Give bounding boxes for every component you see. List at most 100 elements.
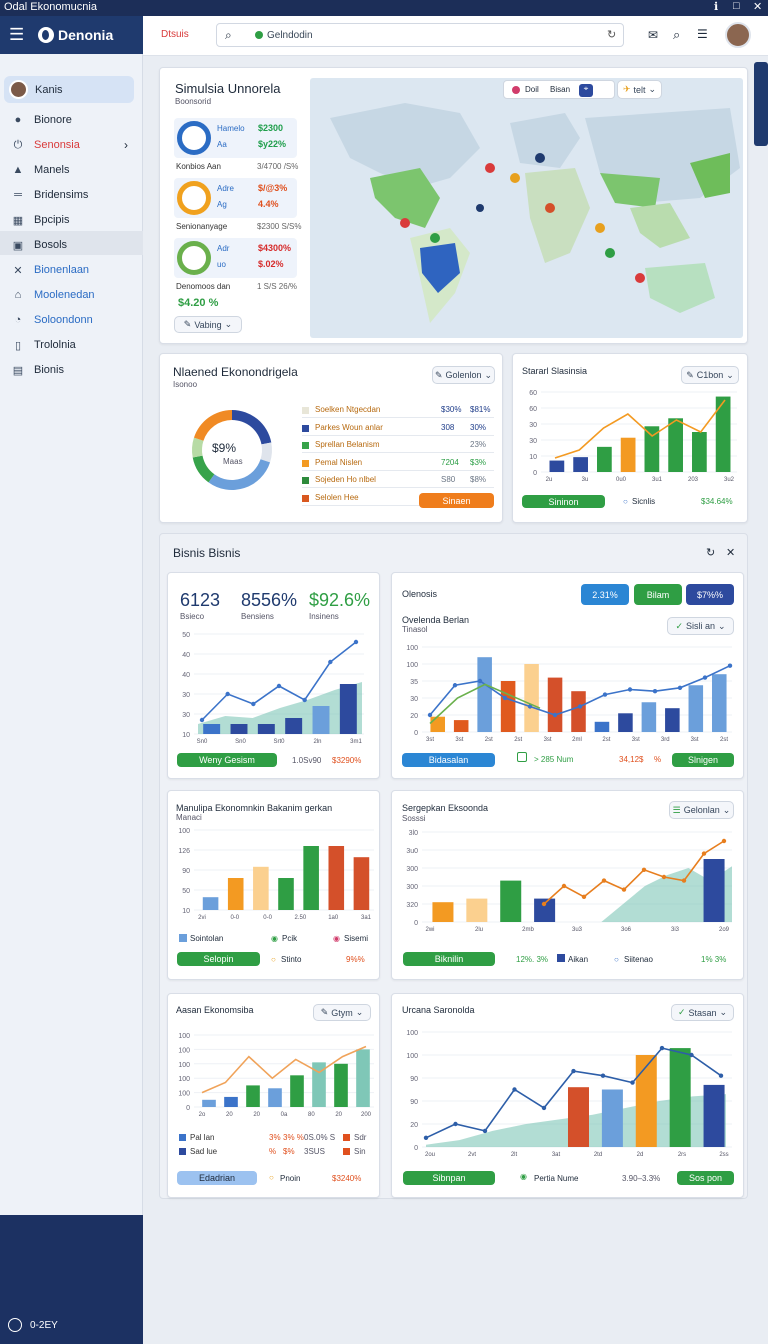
message-icon[interactable]: ✉ [648, 28, 658, 42]
legend-dot-icon: ○ [271, 955, 276, 964]
sim-row[interactable]: Adr $4300% uo $.02% [174, 238, 297, 278]
search-header-icon[interactable]: ⌕ [673, 27, 680, 43]
refresh-icon[interactable]: ↻ [607, 28, 616, 41]
close-icon[interactable]: ✕ [753, 0, 762, 13]
alloc-dropdown[interactable]: ✎ Golenlon ⌄ [432, 366, 495, 384]
overview-subtitle-2: Tinasol [402, 625, 428, 634]
overview-button-1[interactable]: Bidasalan [402, 753, 495, 767]
sidebar-item-8[interactable]: ◔ Soloondonn [0, 308, 143, 332]
sidebar-item-2[interactable]: ▲ Manels [0, 158, 143, 182]
overview-chip-1[interactable]: 2.31% [581, 584, 629, 605]
x-tick: 3m1 [350, 739, 362, 745]
refresh-icon[interactable]: ↻ [706, 546, 715, 559]
power-icon: ⏻ [13, 138, 23, 151]
overview-dropdown[interactable]: ✓ Sisli an ⌄ [667, 617, 734, 635]
sidebar-item-label: Bionenlaan [34, 264, 90, 276]
close-icon[interactable]: ✕ [726, 546, 735, 559]
y-tick: 35 [410, 679, 418, 686]
point [718, 1073, 724, 1078]
aasan-button[interactable]: Edadrian [177, 1171, 257, 1185]
overview-button-2[interactable]: Slnigen [672, 753, 734, 767]
hamburger-menu-icon[interactable]: ☰ [9, 25, 24, 45]
bar [668, 418, 683, 472]
stats-dropdown[interactable]: ✎ C1bon ⌄ [681, 366, 739, 384]
alloc-button[interactable]: Sinaen [419, 493, 494, 508]
pin-icon[interactable]: ⌖ [579, 84, 593, 97]
sim-row[interactable]: Hamelo $2300 Aa $y22% [174, 118, 297, 158]
alloc-row-label: Selolen Hee [315, 492, 359, 502]
y-tick: 40 [182, 672, 190, 679]
sidebar-item-6[interactable]: ✕ Bionenlaan [0, 258, 143, 282]
urana-button-2[interactable]: Sos pon [677, 1171, 734, 1185]
map-tab-2[interactable]: Bisan [550, 85, 570, 94]
x-tick: 2st [720, 737, 728, 743]
sim-row-text: 3/4700 /S% [257, 162, 299, 171]
alloc-row-label: Pemal Nislen [315, 457, 363, 467]
legend-swatch [179, 1134, 186, 1141]
legend-swatch [343, 1134, 350, 1141]
info-icon[interactable]: ℹ [714, 0, 718, 13]
manufak-subtitle: Manaci [176, 813, 202, 822]
sergep-dropdown[interactable]: ☰ Gelonlan ⌄ [669, 801, 734, 819]
sidebar-item-10[interactable]: ▤ Bionis [0, 358, 143, 382]
sergep-subtitle: Sosssi [402, 814, 426, 823]
sim-row[interactable]: Adre $/@3% Ag 4.4% [174, 178, 297, 218]
search-input[interactable]: Gelndodin [267, 30, 313, 41]
stats-footer-val: $34.64% [701, 497, 733, 506]
bar [711, 674, 727, 732]
x-tick: 2lu [475, 927, 483, 933]
alloc-row-v1: 7204 [441, 457, 459, 467]
world-map[interactable]: Doil Bisan ⌖ ✈ telt ⌄ [310, 78, 743, 338]
sidebar-item-0[interactable]: ● Bionore [0, 108, 143, 132]
list-icon[interactable]: ☰ [697, 27, 708, 41]
header-avatar[interactable] [725, 22, 751, 48]
bar [500, 880, 522, 922]
manufak-card: Manulipa Ekonomnkin Bakanim gerkan Manac… [167, 790, 380, 980]
x-tick: 2wi [425, 927, 434, 933]
aasan-legend-cell: Sdr [354, 1133, 367, 1142]
sergep-button[interactable]: Biknilin [403, 952, 495, 966]
sidebar-item-9[interactable]: ▯ Trololnia [0, 333, 143, 357]
point [541, 901, 547, 907]
y-tick: 100 [406, 662, 418, 669]
search-box[interactable]: ⌕ Gelndodin ↻ [216, 23, 624, 47]
point [512, 1087, 517, 1092]
sidebar-item-7[interactable]: ⌂ Moolenedan [0, 283, 143, 307]
manufak-button[interactable]: Selopin [177, 952, 260, 966]
aasan-mid: Pnoin [280, 1174, 301, 1183]
urana-dropdown[interactable]: ✓ Stasan ⌄ [671, 1004, 734, 1021]
header-tag[interactable]: Dtsuis [161, 29, 189, 40]
map-dropdown[interactable]: ✈ telt ⌄ [617, 80, 662, 99]
sidebar-item-1[interactable]: ⏻ Senonsia › [0, 133, 143, 157]
chevron-right-icon: › [124, 138, 128, 152]
overview-chip-2[interactable]: Bilam [634, 584, 682, 605]
sidebar-item-3[interactable]: ═ Bridensims [0, 183, 143, 207]
stats-button[interactable]: Sininon [522, 495, 605, 508]
check-icon: ✓ [677, 1007, 686, 1017]
sidebar-item-5[interactable]: ▣ Bosols [0, 233, 143, 257]
donut-slice [193, 410, 232, 441]
sim-row-text: Adre [217, 184, 234, 193]
aasan-dropdown[interactable]: ✎ Gtym ⌄ [313, 1004, 371, 1021]
sidebar-item-4[interactable]: ▦ Bpcipis [0, 208, 143, 232]
y-tick: 50 [182, 632, 190, 639]
map-tab-1[interactable]: Doil [525, 85, 539, 94]
chevron-down-icon: ⌄ [726, 369, 734, 380]
sidebar-user[interactable]: Kanis [4, 76, 134, 103]
checkbox-icon[interactable] [517, 752, 527, 762]
x-tick: 80 [308, 1112, 315, 1118]
kpi-button[interactable]: Weny Gesism [177, 753, 277, 767]
maximize-icon[interactable]: □ [733, 0, 740, 12]
x-tick: Sn0 [235, 739, 246, 745]
sidebar-item-label: Senonsia [34, 139, 80, 151]
urana-button-1[interactable]: Sibnpan [403, 1171, 495, 1185]
point [276, 683, 282, 689]
y-tick: 300 [406, 866, 418, 873]
check-icon: ✓ [675, 620, 683, 631]
sim-dropdown[interactable]: ✎ Vabing ⌄ [174, 316, 242, 333]
aasan-legend-cell: 3% [269, 1133, 281, 1142]
overview-chip-3[interactable]: $7%% [686, 584, 734, 605]
side-tab[interactable] [754, 62, 768, 146]
point [689, 1052, 694, 1058]
aasan-card: Aasan Ekonomsiba ✎ Gtym ⌄ 100 100 100 100 10… [167, 993, 380, 1198]
